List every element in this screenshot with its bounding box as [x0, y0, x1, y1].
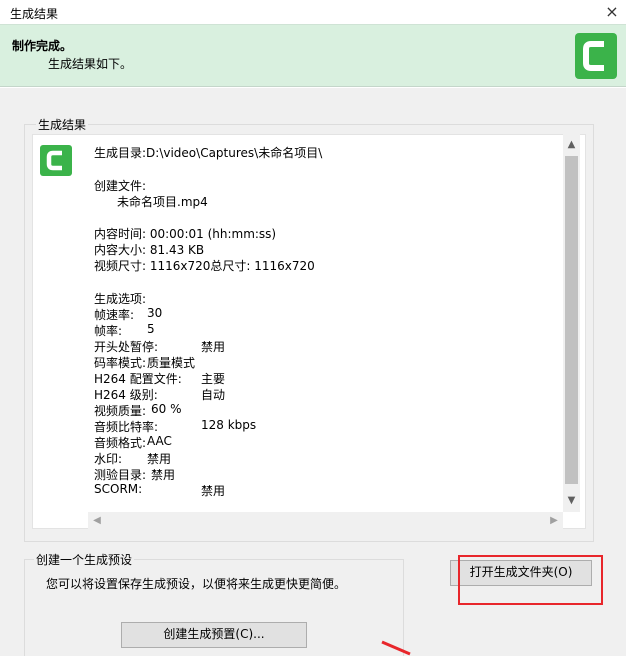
option-label: 开头处暂停: [94, 340, 159, 354]
chevron-left-icon[interactable]: ◀ [90, 512, 104, 529]
output-directory: 生成目录:D:\video\Captures\未命名项目\ [94, 146, 323, 160]
option-label: 音频格式: [94, 436, 147, 450]
banner-subheading: 生成结果如下。 [48, 57, 133, 71]
status-banner: 制作完成。 生成结果如下。 [0, 24, 626, 87]
content-size: 内容大小: 81.43 KB [94, 243, 205, 257]
video-dimensions: 视频尺寸: 1116x720总尺寸: 1116x720 [94, 259, 315, 273]
options-label: 生成选项: [94, 292, 147, 306]
preset-group-label: 创建一个生成预设 [34, 551, 135, 568]
camtasia-logo-icon [575, 33, 617, 79]
content-duration: 内容时间: 00:00:01 (hh:mm:ss) [94, 227, 277, 241]
option-value: 禁用 [201, 340, 226, 354]
scrollbar-thumb[interactable] [565, 156, 578, 484]
created-file-name: 未命名项目.mp4 [117, 195, 208, 209]
option-label: 音频比特率: [94, 420, 159, 434]
option-label: 视频质量: [94, 404, 147, 418]
window-title: 生成结果 [10, 7, 59, 21]
results-group-label: 生成结果 [36, 116, 89, 133]
chevron-down-icon[interactable]: ▼ [563, 492, 580, 509]
option-value: 自动 [201, 388, 226, 402]
option-value: 禁用 [147, 452, 172, 466]
title-bar: 生成结果 × [0, 0, 626, 24]
option-value: 禁用 [201, 484, 226, 498]
banner-heading: 制作完成。 [12, 39, 73, 53]
option-value: 30 [147, 306, 163, 320]
option-value: AAC [147, 434, 172, 448]
close-icon[interactable]: × [598, 0, 626, 24]
option-label: H264 配置文件: [94, 372, 182, 386]
option-value: 质量模式 [147, 356, 196, 370]
option-label: 码率模式: [94, 356, 147, 370]
horizontal-scrollbar[interactable]: ◀ ▶ [88, 512, 563, 529]
option-label: 帧速率: [94, 308, 135, 322]
option-label: H264 级别: [94, 388, 158, 402]
preset-description: 您可以将设置保存生成预设，以便将来生成更快更简便。 [46, 577, 347, 591]
chevron-right-icon[interactable]: ▶ [547, 512, 561, 529]
highlight-box [458, 555, 603, 605]
option-value: 主要 [201, 372, 226, 386]
option-value: 5 [147, 322, 155, 336]
vertical-scrollbar[interactable]: ▲ ▼ [563, 134, 580, 512]
camtasia-logo-icon [40, 145, 72, 176]
option-label: SCORM: [94, 482, 143, 496]
option-value: 128 kbps [201, 418, 257, 432]
option-label: 水印: [94, 452, 123, 466]
option-label: 测验目录: [94, 468, 147, 482]
option-value: 禁用 [151, 468, 176, 482]
chevron-up-icon[interactable]: ▲ [563, 136, 580, 153]
annotation-arrow-icon [381, 640, 411, 656]
created-file-label: 创建文件: [94, 179, 147, 193]
option-value: 60 % [151, 402, 182, 416]
option-label: 帧率: [94, 324, 123, 338]
create-preset-button[interactable]: 创建生成预置(C)... [121, 622, 307, 648]
